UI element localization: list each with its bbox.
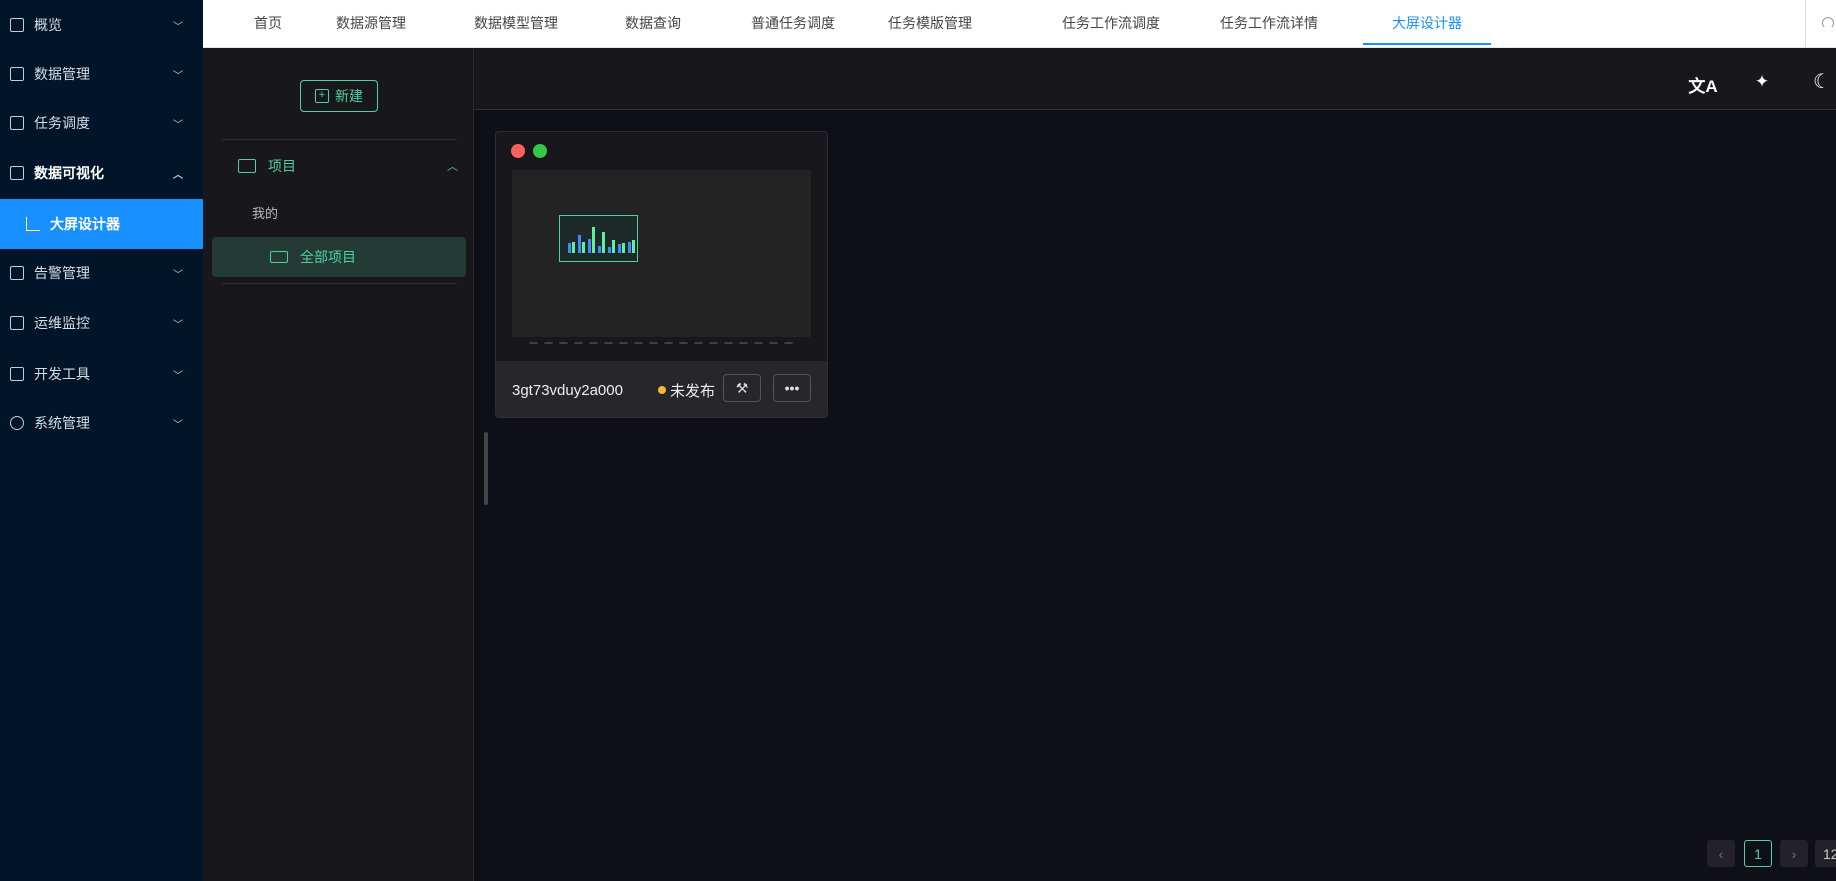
chevron-down-icon: ﹀ [173, 319, 183, 331]
sidebar-item-label: 大屏设计器 [50, 216, 120, 232]
status-label: 未发布 [670, 382, 716, 400]
card-footer: 3gt73vduy2a000 未发布 ⚒ ••• [496, 361, 827, 417]
grid-icon [10, 18, 24, 32]
sidebar-item-label: 数据可视化 [34, 165, 104, 181]
sidebar-item-alarm-management[interactable]: 告警管理 ﹀ [0, 248, 203, 298]
project-thumbnail[interactable] [512, 170, 811, 337]
sidebar-item-task-scheduling[interactable]: 任务调度 ﹀ [0, 98, 203, 148]
sidebar-item-label: 系统管理 [34, 415, 90, 431]
sidebar-item-system-management[interactable]: 系统管理 ﹀ [0, 398, 203, 448]
sidebar-item-screen-designer[interactable]: 大屏设计器 [0, 199, 203, 249]
scatter-chart-icon [26, 217, 40, 231]
refresh-icon[interactable] [1822, 17, 1834, 29]
new-label: 新建 [335, 88, 363, 104]
new-button[interactable]: + 新建 [300, 80, 378, 112]
screen-cast-icon [238, 159, 256, 173]
tab-data-query[interactable]: 数据查询 [625, 0, 681, 48]
sidebar-item-label: 数据管理 [34, 66, 90, 82]
tab-home[interactable]: 首页 [254, 0, 282, 48]
more-icon: ••• [784, 380, 800, 396]
chevron-down-icon: ﹀ [173, 370, 183, 382]
tab-workflow-details[interactable]: 任务工作流详情 [1220, 0, 1318, 48]
add-icon: + [315, 89, 329, 103]
alarm-icon [10, 266, 24, 280]
chevron-down-icon: ﹀ [173, 70, 183, 82]
tab-task-templates[interactable]: 任务模版管理 [888, 0, 972, 48]
project-label: 项目 [268, 158, 296, 174]
sidebar-item-ops-monitoring[interactable]: 运维监控 ﹀ [0, 298, 203, 348]
tab-screen-designer[interactable]: 大屏设计器 [1392, 0, 1462, 48]
tab-workflow-scheduling[interactable]: 任务工作流调度 [1062, 0, 1160, 48]
monitor-icon [270, 251, 288, 263]
sidebar-item-label: 告警管理 [34, 265, 90, 281]
chevron-down-icon: ﹀ [173, 119, 183, 131]
expand-dot-icon[interactable] [533, 144, 547, 158]
project-panel: + 新建 项目 ︿ 我的 全部项目 [203, 48, 474, 881]
close-dot-icon[interactable] [511, 144, 525, 158]
divider [222, 139, 457, 140]
prev-page-button[interactable]: ‹ [1707, 840, 1735, 867]
sidebar-item-overview[interactable]: 概览 ﹀ [0, 0, 203, 50]
tab-task-scheduling[interactable]: 普通任务调度 [751, 0, 835, 48]
task-list-icon [10, 116, 24, 130]
magic-wand-icon[interactable]: ✦ [1755, 72, 1769, 92]
sidebar-item-dev-tools[interactable]: 开发工具 ﹀ [0, 349, 203, 399]
monitor-icon [10, 316, 24, 330]
divider [1805, 0, 1806, 48]
status-dot-icon [658, 386, 666, 394]
hammer-icon: ⚒ [735, 379, 749, 396]
dotted-divider [526, 342, 796, 344]
chevron-down-icon: ﹀ [173, 419, 183, 431]
edit-button[interactable]: ⚒ [723, 374, 761, 402]
sidebar-item-label: 概览 [34, 17, 62, 33]
active-tab-indicator [1363, 43, 1491, 45]
gear-icon [10, 416, 24, 430]
moon-icon[interactable]: ☾ [1813, 69, 1831, 94]
top-nav [203, 0, 1836, 48]
bar-chart-thumbnail [559, 215, 638, 262]
mine-label: 我的 [252, 206, 279, 221]
sidebar-item-label: 运维监控 [34, 315, 90, 331]
more-button[interactable]: ••• [773, 374, 811, 402]
project-group[interactable]: 项目 ︿ [238, 156, 458, 176]
scrollbar[interactable] [484, 432, 488, 505]
divider [222, 283, 457, 284]
database-icon [10, 67, 24, 81]
sidebar-item-data-management[interactable]: 数据管理 ﹀ [0, 49, 203, 99]
tab-data-model[interactable]: 数据模型管理 [474, 0, 558, 48]
sidebar-item-label: 任务调度 [34, 115, 90, 131]
page-size-select[interactable]: 12 [1815, 840, 1836, 867]
chevron-down-icon: ﹀ [173, 21, 183, 33]
sidebar-item-label: 开发工具 [34, 366, 90, 382]
project-card[interactable]: 3gt73vduy2a000 未发布 ⚒ ••• [495, 131, 828, 418]
chevron-up-icon: ︿ [447, 161, 458, 173]
tab-datasource[interactable]: 数据源管理 [336, 0, 406, 48]
chevron-up-icon: ︿ [173, 169, 183, 181]
page-1-button[interactable]: 1 [1744, 840, 1772, 867]
line-chart-icon [10, 166, 24, 180]
code-icon [10, 367, 24, 381]
sidebar: 概览 ﹀ 数据管理 ﹀ 任务调度 ﹀ 数据可视化 ︿ 大屏设计器 告警管理 ﹀ 运维监控 ﹀… [0, 0, 203, 881]
all-projects-item[interactable]: 全部项目 [212, 237, 466, 277]
toolbar [474, 48, 1836, 110]
all-projects-label: 全部项目 [300, 249, 356, 265]
project-name: 3gt73vduy2a000 [512, 381, 623, 399]
next-page-button[interactable]: › [1780, 840, 1808, 867]
chevron-down-icon: ﹀ [173, 269, 183, 281]
translate-icon[interactable]: 文A [1688, 72, 1717, 97]
status-badge: 未发布 [658, 380, 715, 401]
sidebar-item-data-visualization[interactable]: 数据可视化 ︿ [0, 148, 203, 198]
